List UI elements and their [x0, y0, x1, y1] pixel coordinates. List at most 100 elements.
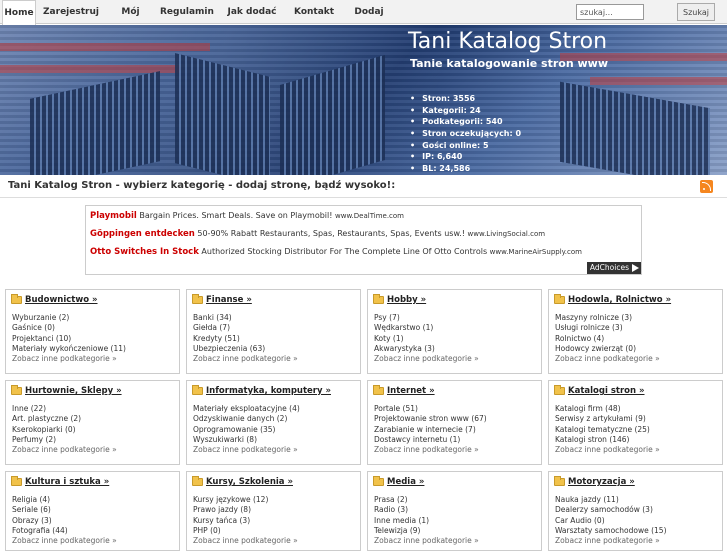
subcategory-link[interactable]: Portale (51) [374, 404, 487, 414]
subcategory-link[interactable]: Seriale (6) [12, 505, 117, 515]
nav-home[interactable]: Home [2, 0, 36, 25]
subcategory-link[interactable]: Art. plastyczne (2) [12, 414, 117, 424]
ad-title[interactable]: Playmobil [90, 211, 137, 221]
subcategory-link[interactable]: Hodowcy zwierząt (0) [555, 344, 660, 354]
search-input[interactable] [576, 4, 644, 20]
category-title[interactable]: Kultura i sztuka » [11, 476, 109, 487]
subcategory-link[interactable]: Akwarystyka (3) [374, 344, 479, 354]
category-title-text[interactable]: Hodowla, Rolnictwo » [568, 295, 671, 305]
category-title-text[interactable]: Kultura i sztuka » [25, 477, 109, 487]
nav-contact[interactable]: Kontakt [294, 0, 334, 24]
subcategory-link[interactable]: Koty (1) [374, 334, 479, 344]
subcategory-link[interactable]: Serwisy z artykułami (9) [555, 414, 660, 424]
more-subcategories-link[interactable]: Zobacz inne podkategorie » [555, 445, 660, 455]
category-title-text[interactable]: Hurtownie, Sklepy » [25, 386, 122, 396]
nav-register[interactable]: Zarejestruj się [40, 0, 102, 41]
category-title[interactable]: Media » [373, 476, 424, 487]
subcategory-link[interactable]: Obrazy (3) [12, 516, 117, 526]
subcategory-link[interactable]: Psy (7) [374, 313, 479, 323]
ad-title[interactable]: Otto Switches In Stock [90, 247, 199, 257]
category-title[interactable]: Informatyka, komputery » [192, 385, 331, 396]
more-subcategories-link[interactable]: Zobacz inne podkategorie » [193, 354, 298, 364]
subcategory-link[interactable]: Projektowanie stron www (67) [374, 414, 487, 424]
ad-item[interactable]: Otto Switches In Stock Authorized Stocki… [90, 247, 582, 257]
subcategory-link[interactable]: Oprogramowanie (35) [193, 425, 300, 435]
subcategory-link[interactable]: Warsztaty samochodowe (15) [555, 526, 667, 536]
subcategory-link[interactable]: Katalogi tematyczne (25) [555, 425, 660, 435]
ad-title[interactable]: Göppingen entdecken [90, 229, 195, 239]
subcategory-link[interactable]: Zarabianie w internecie (7) [374, 425, 487, 435]
category-title-text[interactable]: Finanse » [206, 295, 252, 305]
ad-url[interactable]: www.LivingSocial.com [468, 230, 546, 238]
subcategory-link[interactable]: Car Audio (0) [555, 516, 667, 526]
subcategory-link[interactable]: Telewizja (9) [374, 526, 479, 536]
nav-add-site[interactable]: Dodaj stronę [340, 0, 398, 41]
subcategory-link[interactable]: Perfumy (2) [12, 435, 117, 445]
category-title[interactable]: Internet » [373, 385, 435, 396]
rss-icon[interactable] [700, 180, 713, 193]
category-title[interactable]: Hurtownie, Sklepy » [11, 385, 122, 396]
subcategory-link[interactable]: Inne media (1) [374, 516, 479, 526]
subcategory-link[interactable]: Ubezpieczenia (63) [193, 344, 298, 354]
subcategory-link[interactable]: Gaśnice (0) [12, 323, 126, 333]
subcategory-link[interactable]: Radio (3) [374, 505, 479, 515]
subcategory-link[interactable]: Wyszukiwarki (8) [193, 435, 300, 445]
category-title-text[interactable]: Kursy, Szkolenia » [206, 477, 293, 487]
ad-item[interactable]: Playmobil Bargain Prices. Smart Deals. S… [90, 211, 404, 221]
subcategory-link[interactable]: Materiały wykończeniowe (11) [12, 344, 126, 354]
subcategory-link[interactable]: Materiały eksploatacyjne (4) [193, 404, 300, 414]
category-title-text[interactable]: Internet » [387, 386, 435, 396]
more-subcategories-link[interactable]: Zobacz inne podkategorie » [374, 445, 487, 455]
category-title[interactable]: Budownictwo » [11, 294, 98, 305]
subcategory-link[interactable]: Banki (34) [193, 313, 298, 323]
subcategory-link[interactable]: Maszyny rolnicze (3) [555, 313, 660, 323]
nav-rules[interactable]: Regulamin [160, 0, 214, 24]
ad-item[interactable]: Göppingen entdecken 50-90% Rabatt Restau… [90, 229, 545, 239]
subcategory-link[interactable]: Prasa (2) [374, 495, 479, 505]
subcategory-link[interactable]: Nauka jazdy (11) [555, 495, 667, 505]
subcategory-link[interactable]: Kursy tańca (3) [193, 516, 298, 526]
subcategory-link[interactable]: Wędkarstwo (1) [374, 323, 479, 333]
subcategory-link[interactable]: Katalogi stron (146) [555, 435, 660, 445]
subcategory-link[interactable]: Projektanci (10) [12, 334, 126, 344]
category-title-text[interactable]: Budownictwo » [25, 295, 98, 305]
category-title-text[interactable]: Hobby » [387, 295, 426, 305]
category-title[interactable]: Motoryzacja » [554, 476, 635, 487]
category-title[interactable]: Hobby » [373, 294, 426, 305]
subcategory-link[interactable]: Wyburzanie (2) [12, 313, 126, 323]
subcategory-link[interactable]: Katalogi firm (48) [555, 404, 660, 414]
nav-my-panel[interactable]: Mój panel [108, 0, 153, 41]
subcategory-link[interactable]: Fotografia (44) [12, 526, 117, 536]
category-title-text[interactable]: Media » [387, 477, 424, 487]
category-title[interactable]: Hodowla, Rolnictwo » [554, 294, 671, 305]
site-title[interactable]: Tani Katalog Stron [408, 29, 607, 54]
category-title-text[interactable]: Motoryzacja » [568, 477, 635, 487]
more-subcategories-link[interactable]: Zobacz inne podkategorie » [193, 445, 300, 455]
adchoices-badge[interactable]: AdChoices [586, 262, 641, 274]
subcategory-link[interactable]: Rolnictwo (4) [555, 334, 660, 344]
subcategory-link[interactable]: Inne (22) [12, 404, 117, 414]
more-subcategories-link[interactable]: Zobacz inne podkategorie » [555, 354, 660, 364]
subcategory-link[interactable]: Kserokopiarki (0) [12, 425, 117, 435]
subcategory-link[interactable]: Prawo jazdy (8) [193, 505, 298, 515]
category-title[interactable]: Finanse » [192, 294, 252, 305]
category-title[interactable]: Kursy, Szkolenia » [192, 476, 293, 487]
subcategory-link[interactable]: Religia (4) [12, 495, 117, 505]
subcategory-link[interactable]: Dostawcy internetu (1) [374, 435, 487, 445]
nav-how-to-add[interactable]: Jak dodać wpis? [215, 0, 289, 41]
search-button[interactable]: Szukaj [677, 3, 715, 21]
subcategory-link[interactable]: Odzyskiwanie danych (2) [193, 414, 300, 424]
subcategory-link[interactable]: Kursy językowe (12) [193, 495, 298, 505]
more-subcategories-link[interactable]: Zobacz inne podkategorie » [12, 354, 126, 364]
subcategory-link[interactable]: Usługi rolnicze (3) [555, 323, 660, 333]
ad-url[interactable]: www.DealTime.com [335, 212, 404, 220]
category-title-text[interactable]: Katalogi stron » [568, 386, 645, 396]
subcategory-link[interactable]: PHP (0) [193, 526, 298, 536]
more-subcategories-link[interactable]: Zobacz inne podkategorie » [374, 354, 479, 364]
ad-url[interactable]: www.MarineAirSupply.com [490, 248, 582, 256]
subcategory-link[interactable]: Dealerzy samochodów (3) [555, 505, 667, 515]
category-title[interactable]: Katalogi stron » [554, 385, 645, 396]
category-title-text[interactable]: Informatyka, komputery » [206, 386, 331, 396]
subcategory-link[interactable]: Giełda (7) [193, 323, 298, 333]
subcategory-link[interactable]: Kredyty (51) [193, 334, 298, 344]
